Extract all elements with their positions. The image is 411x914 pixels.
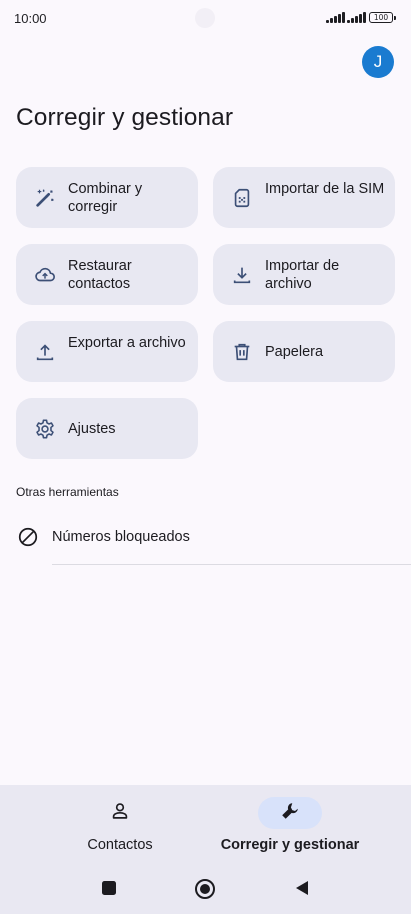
tile-label: Restaurar contactos [68,258,132,292]
merge-fix-button[interactable]: Combinar y corregir [16,167,198,228]
nav-fix-manage-label: Corregir y gestionar [220,837,360,853]
trash-icon [231,341,253,363]
settings-button[interactable]: Ajustes [16,398,198,459]
nav-contacts-pill [88,797,152,829]
download-icon [231,264,253,286]
sim-card-icon [231,187,253,209]
back-button[interactable] [294,880,310,901]
camera-cutout [195,8,215,28]
wrench-icon [279,800,301,827]
tile-label: Exportar a archivo [68,335,186,351]
trash-button[interactable]: Papelera [213,321,395,382]
signal-icon-2 [347,12,366,23]
gear-icon [34,418,56,440]
account-avatar[interactable]: J [362,46,394,78]
status-bar: 10:00 100 [0,0,411,36]
tile-label: Combinar y corregir [68,181,143,215]
divider [52,564,411,565]
import-file-button[interactable]: Importar de archivo [213,244,395,305]
signal-icon [326,12,345,23]
blocked-numbers-label: Números bloqueados [52,529,190,545]
nav-contacts-label: Contactos [87,837,153,853]
screen: 10:00 100 J Corregir y gestionar Combina… [0,0,411,914]
recents-button[interactable] [101,880,117,901]
nav-fix-manage-pill [258,797,322,829]
restore-contacts-button[interactable]: Restaurar contactos [16,244,198,305]
tile-label: Importar de la SIM [265,181,385,197]
export-file-button[interactable]: Exportar a archivo [16,321,198,382]
person-icon [109,800,131,827]
tile-label: Importar de archivo [265,258,340,292]
page-title: Corregir y gestionar [16,104,234,131]
block-icon [17,526,39,548]
tile-label: Ajustes [68,421,116,437]
cloud-restore-icon [34,264,56,286]
magic-wand-icon [34,187,56,209]
blocked-numbers-item[interactable]: Números bloqueados [0,512,411,562]
status-time: 10:00 [14,11,47,26]
home-button[interactable] [194,878,216,905]
upload-icon [34,341,56,363]
nav-contacts[interactable]: Contactos [30,797,210,853]
other-tools-heading: Otras herramientas [16,485,119,499]
nav-fix-manage[interactable]: Corregir y gestionar [200,797,380,853]
battery-icon: 100 [369,12,396,23]
import-sim-button[interactable]: Importar de la SIM [213,167,395,228]
tile-label: Papelera [265,344,324,360]
bottom-navigation: Contactos Corregir y gestionar [0,785,411,914]
